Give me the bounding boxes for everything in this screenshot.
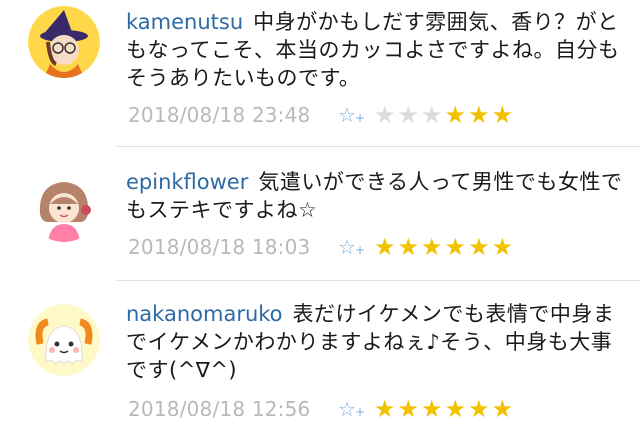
star-icon: ★ <box>421 101 443 129</box>
star-icon: ★ <box>421 395 443 423</box>
star-icon: ★ <box>374 101 396 129</box>
divider <box>116 280 640 281</box>
add-star-icon[interactable]: ☆ + <box>338 103 374 127</box>
star-icon: ★ <box>444 233 467 261</box>
star-icon: ★ <box>468 101 490 129</box>
username-link[interactable]: epinkflower <box>126 170 248 194</box>
star-icon: ★ <box>491 233 514 261</box>
maru-ghost-avatar-icon[interactable] <box>28 304 100 376</box>
girl-avatar-icon[interactable] <box>28 170 100 242</box>
username-link[interactable]: nakanomaruko <box>126 302 283 326</box>
add-star-icon[interactable]: ☆ + <box>338 397 374 421</box>
star-rating: ★ ★ ★ ★ ★ ★ <box>374 235 513 259</box>
star-icon: ★ <box>374 395 396 423</box>
comment-body: epinkflower 気遣いができる人って男性でも女性でもステキですよね☆ <box>126 168 632 224</box>
star-rating: ★ ★ ★ ★ ★ ★ <box>374 397 513 421</box>
star-icon: ★ <box>397 233 420 261</box>
star-icon: ★ <box>421 233 443 261</box>
star-icon: ★ <box>397 395 420 423</box>
comment-body: kamenutsu 中身がかもしだす雰囲気、香り？がともなってこそ、本当のカッコよ… <box>126 8 632 92</box>
star-icon: ★ <box>397 101 420 129</box>
witch-avatar-icon[interactable] <box>28 6 100 78</box>
comment-meta: 2018/08/18 23:48 ☆ + ★ ★ ★ ★ ★ ★ <box>128 100 513 130</box>
star-rating: ★ ★ ★ ★ ★ ★ <box>374 103 513 127</box>
star-icon: ★ <box>491 395 514 423</box>
star-icon: ★ <box>444 395 467 423</box>
star-icon: ★ <box>491 101 514 129</box>
comment-body: nakanomaruko 表だけイケメンでも表情で中身までイケメンかわかりますよね… <box>126 300 632 384</box>
comment-date: 2018/08/18 12:56 <box>128 397 311 421</box>
divider <box>116 146 640 147</box>
comment-date: 2018/08/18 18:03 <box>128 235 311 259</box>
star-icon: ★ <box>444 101 467 129</box>
star-icon: ★ <box>468 395 490 423</box>
star-icon: ★ <box>374 233 396 261</box>
comment-date: 2018/08/18 23:48 <box>128 103 311 127</box>
username-link[interactable]: kamenutsu <box>126 10 243 34</box>
add-star-icon[interactable]: ☆ + <box>338 235 374 259</box>
comment-meta: 2018/08/18 12:56 ☆ + ★ ★ ★ ★ ★ ★ <box>128 394 513 424</box>
star-icon: ★ <box>468 233 490 261</box>
comment-meta: 2018/08/18 18:03 ☆ + ★ ★ ★ ★ ★ ★ <box>128 232 513 262</box>
